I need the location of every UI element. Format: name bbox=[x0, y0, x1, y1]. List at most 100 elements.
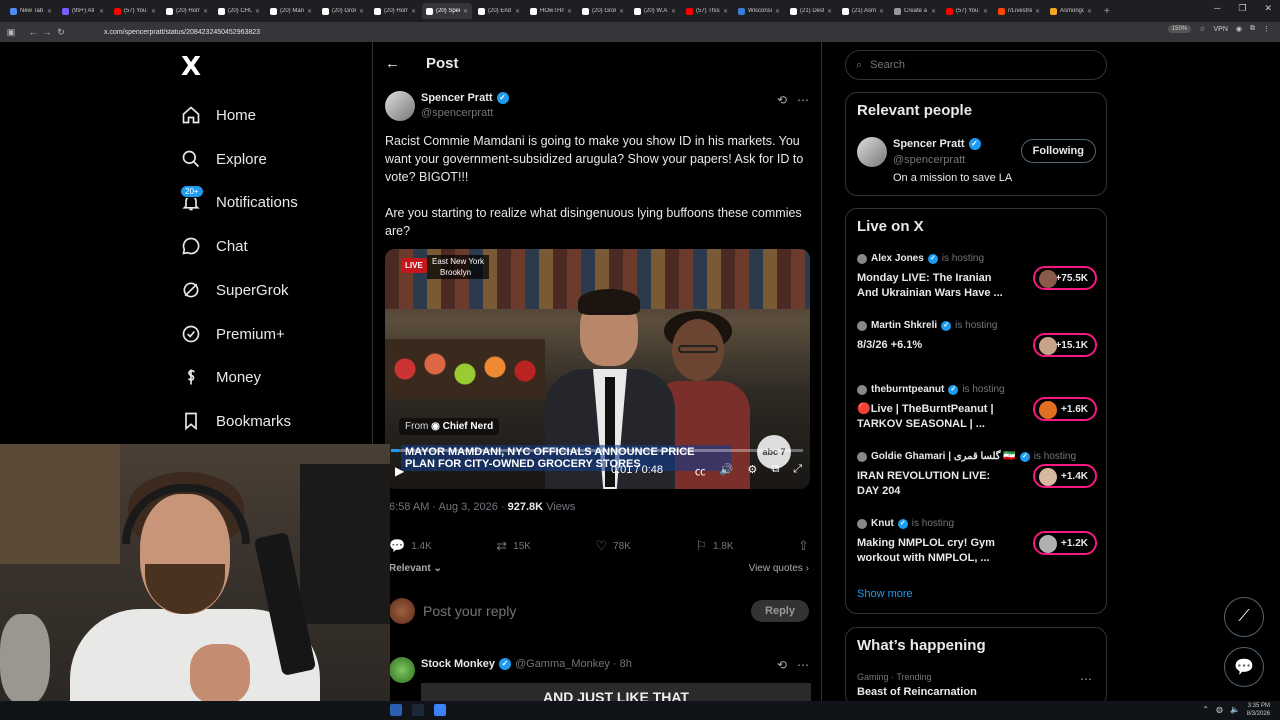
new-tab-icon[interactable]: + bbox=[1104, 6, 1110, 17]
tab-close-icon[interactable]: ✕ bbox=[931, 8, 936, 15]
reply-author-name[interactable]: Stock Monkey bbox=[421, 658, 495, 670]
browser-tab[interactable]: (20) End W✕ bbox=[474, 3, 524, 19]
browser-tab[interactable]: (99+) All Co✕ bbox=[58, 3, 108, 19]
browser-tab[interactable]: Create a W✕ bbox=[890, 3, 940, 19]
x-logo[interactable]: X bbox=[181, 52, 201, 82]
tab-close-icon[interactable]: ✕ bbox=[827, 8, 832, 15]
nav-item-supergrok[interactable]: SuperGrok bbox=[180, 272, 289, 308]
volume-icon[interactable]: 🔈 bbox=[1230, 705, 1240, 714]
tab-close-icon[interactable]: ✕ bbox=[255, 8, 260, 15]
tray-chevron-icon[interactable]: ⌃ bbox=[1202, 705, 1209, 714]
back-icon[interactable]: ← bbox=[26, 27, 40, 37]
bookmark-button[interactable]: ⚐ 1.8K bbox=[695, 538, 733, 554]
play-icon[interactable]: ▶ bbox=[395, 464, 411, 478]
tab-close-icon[interactable]: ✕ bbox=[151, 8, 156, 15]
tab-close-icon[interactable]: ✕ bbox=[671, 8, 676, 15]
live-listener-pill[interactable]: +1.4K bbox=[1033, 464, 1097, 488]
nav-item-explore[interactable]: Explore bbox=[180, 141, 267, 177]
share-button[interactable]: ⇧ bbox=[798, 538, 809, 554]
avatar[interactable] bbox=[389, 657, 415, 683]
nav-item-notifications[interactable]: 20+ Notifications bbox=[180, 184, 298, 220]
grok-icon[interactable]: ⟲ bbox=[777, 658, 787, 672]
browser-tab[interactable]: Asmongold✕ bbox=[1046, 3, 1096, 19]
tab-close-icon[interactable]: ✕ bbox=[879, 8, 884, 15]
browser-tab[interactable]: Wisconsin✕ bbox=[734, 3, 784, 19]
maximize-icon[interactable]: ❐ bbox=[1238, 3, 1246, 14]
browser-tab[interactable]: (20) Spen ✕ bbox=[422, 3, 472, 19]
minimize-icon[interactable]: ─ bbox=[1214, 3, 1220, 14]
settings-gear-icon[interactable]: ⚙ bbox=[747, 463, 757, 479]
back-arrow-icon[interactable]: ← bbox=[385, 55, 400, 72]
search-input[interactable] bbox=[870, 59, 1013, 71]
video-player[interactable]: LIVE East New York Brooklyn From ◉ Chief… bbox=[385, 249, 810, 489]
explorer-icon[interactable] bbox=[390, 704, 402, 716]
sidebar-toggle-icon[interactable]: ▣ bbox=[4, 27, 18, 38]
author-handle[interactable]: @spencerpratt bbox=[421, 107, 493, 119]
grok-icon[interactable]: ⟲ bbox=[777, 93, 787, 107]
nav-item-premium[interactable]: Premium+ bbox=[180, 316, 285, 352]
person-handle[interactable]: @spencerpratt bbox=[893, 154, 965, 166]
app-icon[interactable] bbox=[434, 704, 446, 716]
live-item[interactable]: theburntpeanut ✓ is hosting 🔴Live | TheBurn… bbox=[857, 384, 1097, 444]
chat-fab-button[interactable]: 💬 bbox=[1224, 647, 1264, 687]
browser-tab[interactable]: (21) Asmon✕ bbox=[838, 3, 888, 19]
reply-button[interactable]: 💬 1.4K bbox=[389, 538, 432, 554]
tab-close-icon[interactable]: ✕ bbox=[1087, 8, 1092, 15]
reply-item[interactable]: Stock Monkey ✓ @Gamma_Monkey · 8h ⟲ ⋯ AN… bbox=[385, 655, 811, 703]
video-source-tag[interactable]: From ◉ Chief Nerd bbox=[399, 418, 500, 435]
author-name-link[interactable]: Spencer Pratt ✓ bbox=[421, 92, 509, 104]
tab-close-icon[interactable]: ✕ bbox=[619, 8, 624, 15]
browser-tab[interactable]: (20) Grok /✕ bbox=[578, 3, 628, 19]
sort-dropdown[interactable]: Relevant ⌄ bbox=[389, 563, 442, 574]
browser-tab[interactable]: (57) This vi✕ bbox=[682, 3, 732, 19]
browser-tab[interactable]: r/Livestrean✕ bbox=[994, 3, 1044, 19]
fullscreen-icon[interactable]: ⤢ bbox=[793, 463, 802, 479]
tab-close-icon[interactable]: ✕ bbox=[567, 8, 572, 15]
steam-icon[interactable] bbox=[412, 704, 424, 716]
tab-close-icon[interactable]: ✕ bbox=[983, 8, 988, 15]
live-listener-pill[interactable]: +1.2K bbox=[1033, 531, 1097, 555]
live-item[interactable]: Alex Jones ✓ is hosting Monday LIVE: The Ir… bbox=[857, 253, 1097, 313]
close-icon[interactable]: ✕ bbox=[1264, 3, 1272, 14]
tab-close-icon[interactable]: ✕ bbox=[359, 8, 364, 15]
network-icon[interactable]: ◍ bbox=[1216, 705, 1223, 714]
nav-item-home[interactable]: Home bbox=[180, 97, 256, 133]
tab-close-icon[interactable]: ✕ bbox=[775, 8, 780, 15]
tab-close-icon[interactable]: ✕ bbox=[1035, 8, 1040, 15]
grok-fab-button[interactable]: ⟋ bbox=[1224, 597, 1264, 637]
browser-tab[interactable]: (20) Home /✕ bbox=[162, 3, 212, 19]
live-listener-pill[interactable]: +1.6K bbox=[1033, 397, 1097, 421]
more-options-icon[interactable]: ⋯ bbox=[797, 658, 809, 672]
live-item[interactable]: Martin Shkreli ✓ is hosting 8/3/26 +6.1% +15… bbox=[857, 320, 1097, 380]
pip-icon[interactable]: ⧉ bbox=[771, 463, 779, 479]
nav-item-chat[interactable]: Chat bbox=[180, 228, 248, 264]
reload-icon[interactable]: ↻ bbox=[54, 27, 68, 38]
bookmark-star-icon[interactable]: ☆ bbox=[1199, 25, 1205, 33]
tab-close-icon[interactable]: ✕ bbox=[463, 8, 468, 15]
more-options-icon[interactable]: ⋯ bbox=[1080, 672, 1092, 686]
system-clock[interactable]: 3:35 PM 8/3/2026 bbox=[1247, 702, 1270, 718]
tab-close-icon[interactable]: ✕ bbox=[47, 8, 52, 15]
following-button[interactable]: Following bbox=[1020, 139, 1096, 163]
nav-item-bookmarks[interactable]: Bookmarks bbox=[180, 403, 291, 439]
live-item[interactable]: Goldie Ghamari | گلسا قمری 🇮🇷 ✓ is hosting… bbox=[857, 451, 1097, 511]
forward-icon[interactable]: → bbox=[40, 27, 54, 37]
volume-icon[interactable]: 🔊 bbox=[720, 463, 734, 479]
extensions-icon[interactable]: ⧉ bbox=[1250, 25, 1255, 33]
reply-input[interactable] bbox=[423, 603, 723, 619]
view-quotes-link[interactable]: View quotes › bbox=[749, 563, 809, 574]
browser-tab[interactable]: (57) YouTub✕ bbox=[942, 3, 992, 19]
menu-icon[interactable]: ⋮ bbox=[1263, 25, 1270, 33]
tab-close-icon[interactable]: ✕ bbox=[411, 8, 416, 15]
captions-icon[interactable]: ㏄ bbox=[695, 463, 706, 479]
tab-close-icon[interactable]: ✕ bbox=[723, 8, 728, 15]
reply-submit-button[interactable]: Reply bbox=[751, 600, 809, 622]
live-listener-pill[interactable]: +15.1K bbox=[1033, 333, 1097, 357]
zoom-indicator[interactable]: 150% bbox=[1167, 25, 1192, 33]
avatar[interactable] bbox=[389, 598, 415, 624]
browser-tab[interactable]: (20) Grok /✕ bbox=[318, 3, 368, 19]
avatar[interactable] bbox=[857, 137, 887, 167]
person-name-link[interactable]: Spencer Pratt ✓ bbox=[893, 138, 981, 150]
live-item[interactable]: Knut ✓ is hosting Making NMPLOL cry! Gym wo… bbox=[857, 518, 1097, 578]
reply-image[interactable]: AND JUST LIKE THAT bbox=[421, 683, 811, 703]
